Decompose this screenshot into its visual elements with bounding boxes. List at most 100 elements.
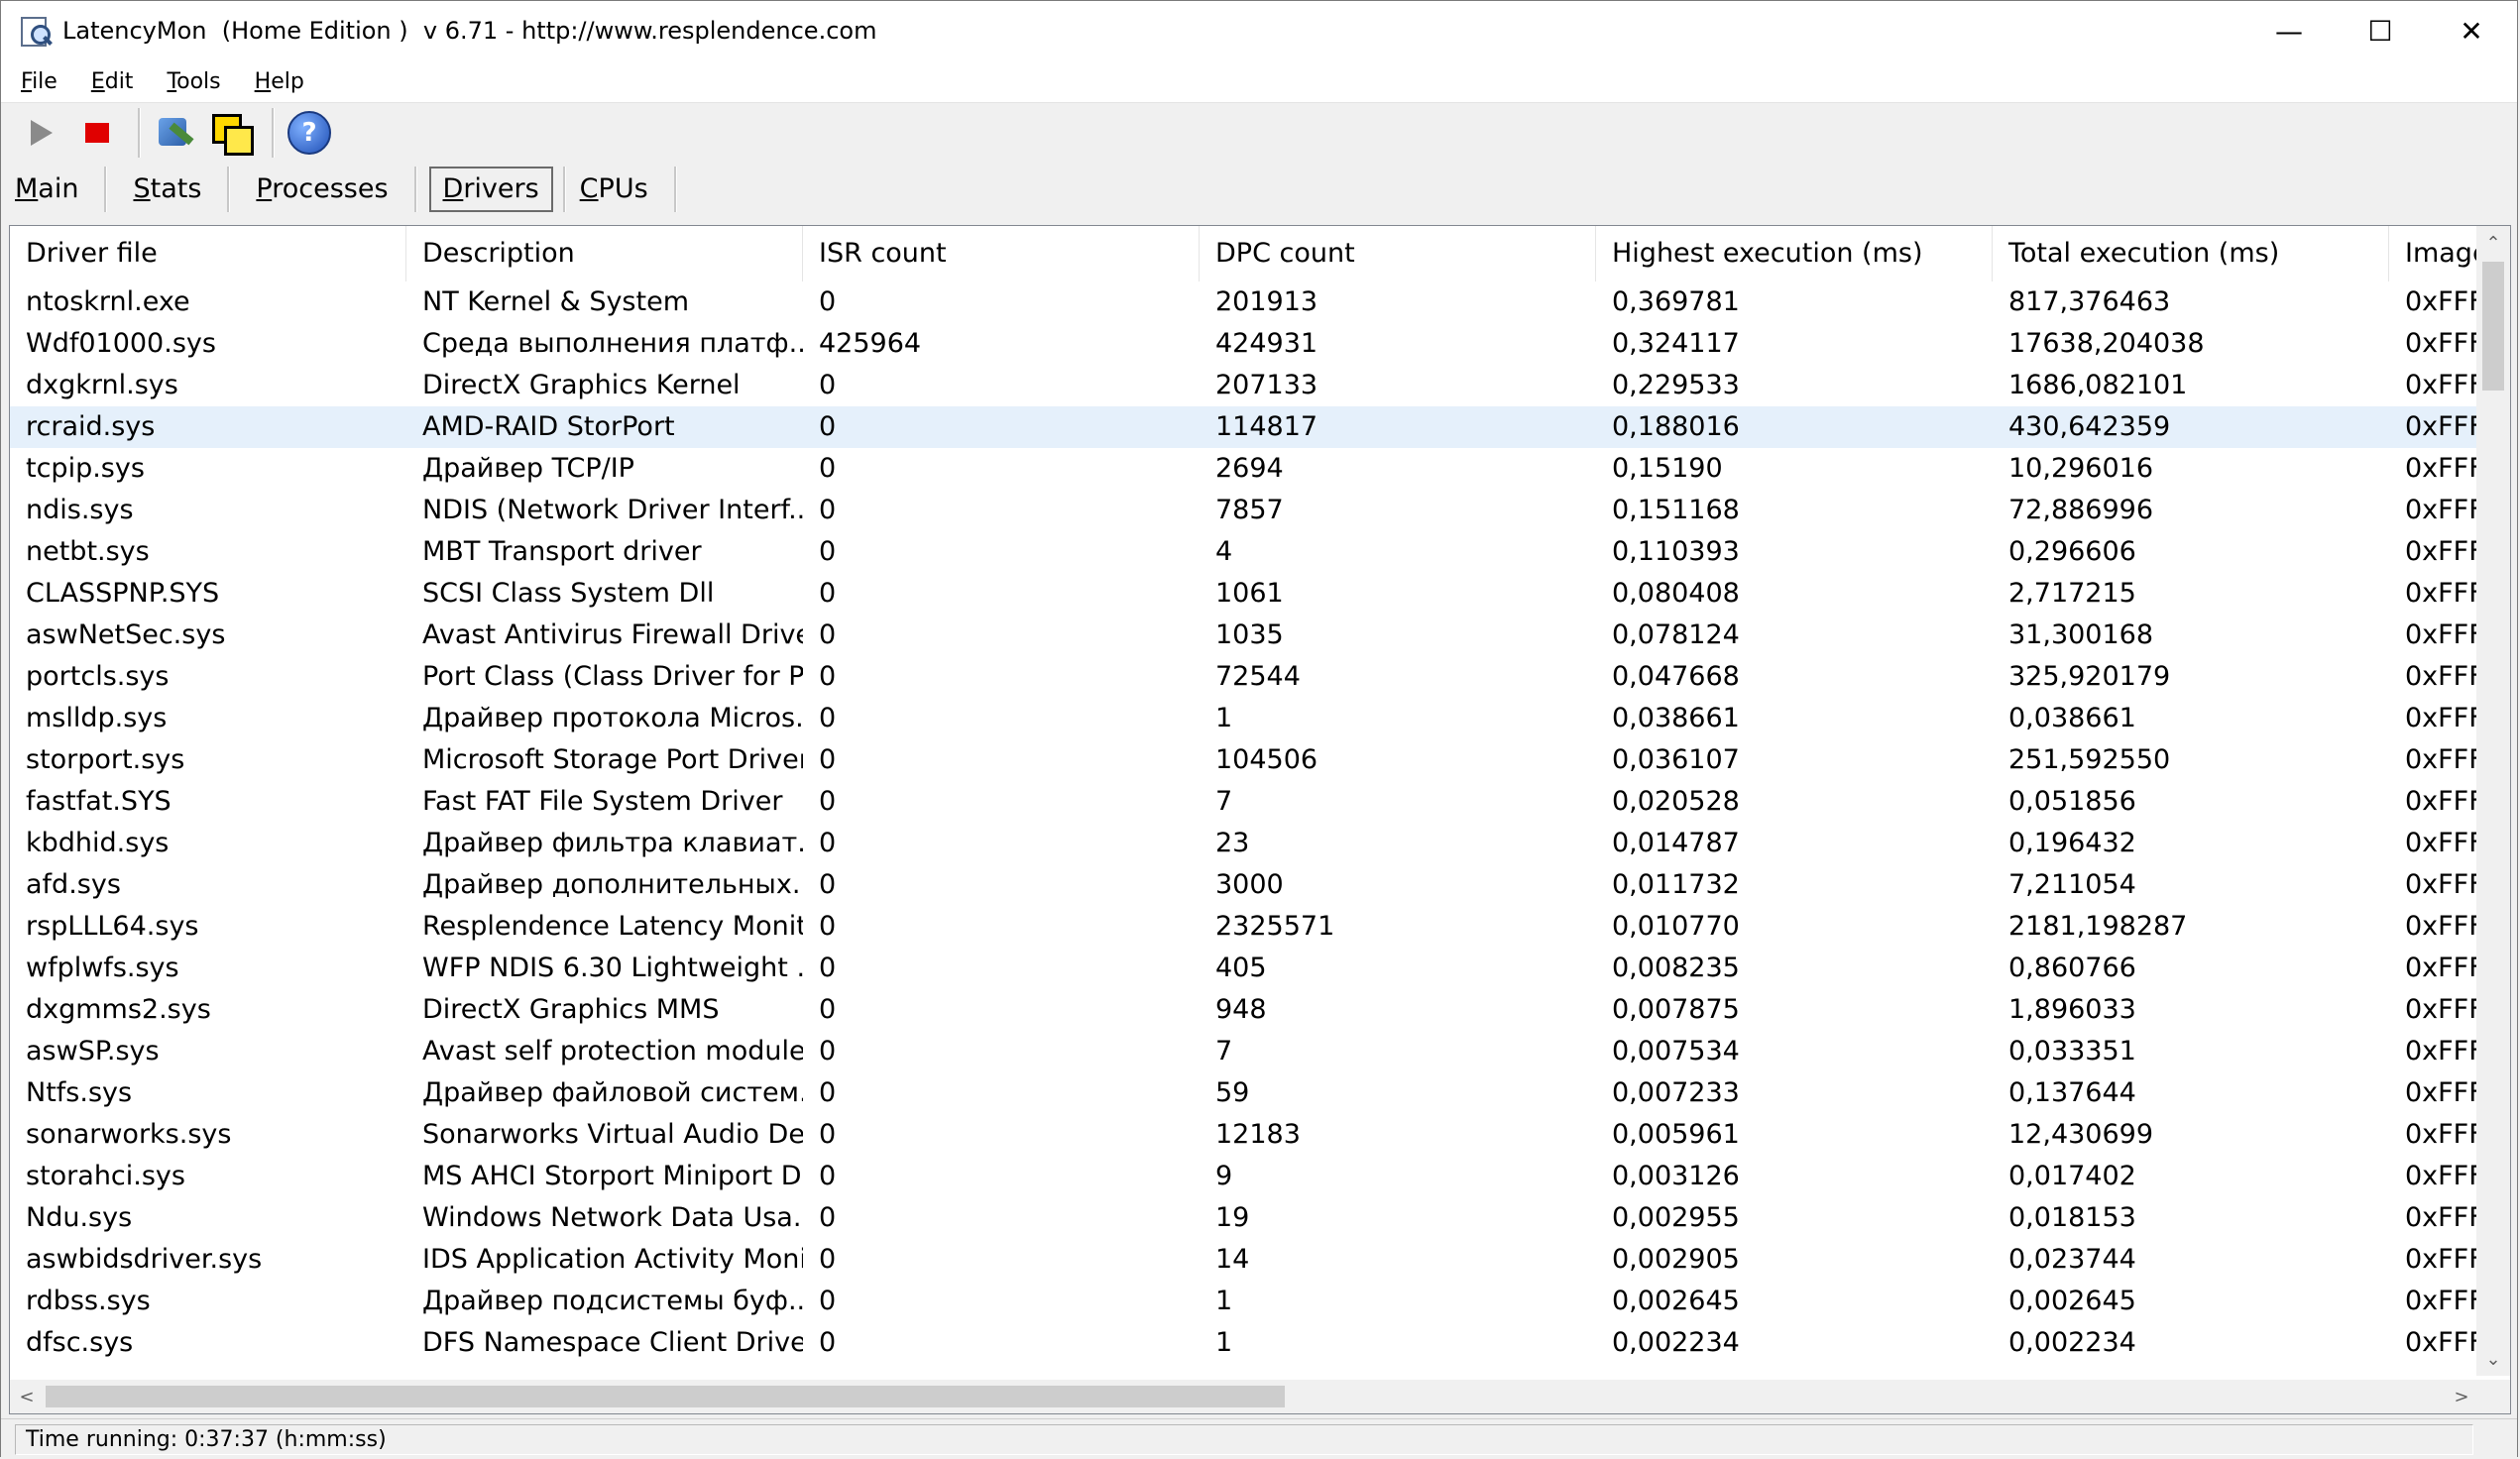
menu-help[interactable]: Help	[249, 65, 310, 98]
dpc-count-cell: 1035	[1215, 619, 1284, 650]
tools-button[interactable]	[151, 108, 200, 158]
image-cell: 0xFFF	[2405, 495, 2478, 525]
vertical-scrollbar[interactable]: ⌃ ⌄	[2476, 226, 2510, 1376]
dpc-count-cell: 7	[1215, 1036, 1233, 1066]
column-driver-file[interactable]: Driver file	[10, 226, 406, 281]
menu-tools[interactable]: Tools	[161, 65, 226, 98]
column-dpc-count[interactable]: DPC count	[1200, 226, 1596, 281]
driver-file-cell: ntoskrnl.exe	[26, 286, 190, 317]
toolbar: ?	[1, 103, 2517, 163]
dpc-count-cell: 104506	[1215, 744, 1318, 775]
driver-file-cell: rdbss.sys	[26, 1286, 151, 1316]
isr-count-cell: 0	[819, 578, 837, 609]
column-total-execution[interactable]: Total execution (ms)	[1993, 226, 2389, 281]
column-description[interactable]: Description	[406, 226, 803, 281]
image-cell: 0xFFF	[2405, 286, 2478, 317]
table-row[interactable]: wfplwfs.sys WFP NDIS 6.30 Lightweight ...…	[10, 948, 2478, 989]
highest-execution-cell: 0,008235	[1612, 953, 1740, 983]
table-row[interactable]: storport.sys Microsoft Storage Port Drive…	[10, 739, 2478, 781]
stop-button[interactable]	[72, 108, 122, 158]
table-row[interactable]: aswNetSec.sys Avast Antivirus Firewall Dr…	[10, 615, 2478, 656]
status-time-running: Time running: 0:37:37 (h:mm:ss)	[15, 1423, 2473, 1455]
description-cell: Resplendence Latency Monit...	[422, 911, 803, 942]
highest-execution-cell: 0,036107	[1612, 744, 1740, 775]
highest-execution-cell: 0,007233	[1612, 1077, 1740, 1108]
horizontal-scroll-thumb[interactable]	[46, 1386, 1285, 1407]
table-row[interactable]: ndis.sys NDIS (Network Driver Interf... 0 7…	[10, 490, 2478, 531]
total-execution-cell: 0,051856	[2008, 786, 2136, 817]
table-row[interactable]: ntoskrnl.exe NT Kernel & System 0 201913 0,3…	[10, 281, 2478, 323]
table-row[interactable]: aswbidsdriver.sys IDS Application Activit…	[10, 1239, 2478, 1281]
vertical-scroll-thumb[interactable]	[2482, 262, 2504, 391]
scroll-right-arrow-icon[interactable]: >	[2445, 1380, 2478, 1413]
description-cell: DFS Namespace Client Driver	[422, 1327, 803, 1358]
menu-edit[interactable]: Edit	[85, 65, 140, 98]
isr-count-cell: 0	[819, 453, 837, 484]
highest-execution-cell: 0,188016	[1612, 411, 1740, 442]
table-row[interactable]: storahci.sys MS AHCI Storport Miniport D.…	[10, 1156, 2478, 1197]
table-row[interactable]: rcraid.sys AMD-RAID StorPort 0 114817 0,1880…	[10, 406, 2478, 448]
table-row[interactable]: tcpip.sys Драйвер TCP/IP 0 2694 0,15190 10,29…	[10, 448, 2478, 490]
driver-file-cell: fastfat.SYS	[26, 786, 172, 817]
isr-count-cell: 0	[819, 411, 837, 442]
table-row[interactable]: rspLLL64.sys Resplendence Latency Monit..…	[10, 906, 2478, 948]
tab-main[interactable]: Main	[1, 167, 92, 212]
table-row[interactable]: dxgmms2.sys DirectX Graphics MMS 0 948 0,007…	[10, 989, 2478, 1031]
image-cell: 0xFFF	[2405, 619, 2478, 650]
dpc-count-cell: 7	[1215, 786, 1233, 817]
horizontal-scrollbar[interactable]: < >	[10, 1380, 2478, 1413]
total-execution-cell: 17638,204038	[2008, 328, 2205, 359]
title-bar[interactable]: LatencyMon (Home Edition ) v 6.71 - http…	[1, 1, 2517, 60]
description-cell: Драйвер фильтра клавиат...	[422, 828, 803, 858]
tab-separator	[413, 167, 417, 212]
help-button[interactable]: ?	[285, 108, 334, 158]
isr-count-cell: 0	[819, 1202, 837, 1233]
tab-separator	[673, 167, 677, 212]
table-row[interactable]: dfsc.sys DFS Namespace Client Driver 0 1 0,0…	[10, 1322, 2478, 1364]
menu-file[interactable]: File	[15, 65, 63, 98]
table-row[interactable]: Ndu.sys Windows Network Data Usa... 0 19 0,0…	[10, 1197, 2478, 1239]
windows-button[interactable]	[206, 108, 256, 158]
table-row[interactable]: sonarworks.sys Sonarworks Virtual Audio D…	[10, 1114, 2478, 1156]
tab-processes[interactable]: Processes	[242, 167, 401, 212]
minimize-button[interactable]: —	[2243, 1, 2335, 60]
start-button[interactable]	[17, 108, 66, 158]
table-row[interactable]: dxgkrnl.sys DirectX Graphics Kernel 0 20713…	[10, 365, 2478, 406]
table-row[interactable]: CLASSPNP.SYS SCSI Class System Dll 0 1061 0,…	[10, 573, 2478, 615]
table-row[interactable]: Wdf01000.sys Среда выполнения платф... 425…	[10, 323, 2478, 365]
table-row[interactable]: afd.sys Драйвер дополнительных... 0 3000 0,0…	[10, 864, 2478, 906]
isr-count-cell: 0	[819, 286, 837, 317]
close-button[interactable]: ✕	[2426, 1, 2517, 60]
driver-file-cell: aswSP.sys	[26, 1036, 160, 1066]
table-row[interactable]: aswSP.sys Avast self protection module 0 7 0…	[10, 1031, 2478, 1072]
table-row[interactable]: kbdhid.sys Драйвер фильтра клавиат... 0 23 0…	[10, 823, 2478, 864]
drivers-list[interactable]: Driver file Description ISR count DPC co…	[9, 225, 2511, 1414]
description-cell: NT Kernel & System	[422, 286, 689, 317]
table-row[interactable]: fastfat.SYS Fast FAT File System Driver 0 7…	[10, 781, 2478, 823]
table-row[interactable]: portcls.sys Port Class (Class Driver for …	[10, 656, 2478, 698]
total-execution-cell: 2,717215	[2008, 578, 2136, 609]
column-highest-execution[interactable]: Highest execution (ms)	[1596, 226, 1993, 281]
table-row[interactable]: Ntfs.sys Драйвер файловой систем... 0 59 0,0…	[10, 1072, 2478, 1114]
total-execution-cell: 31,300168	[2008, 619, 2154, 650]
total-execution-cell: 0,137644	[2008, 1077, 2136, 1108]
table-row[interactable]: mslldp.sys Драйвер протокола Micros... 0 1 0…	[10, 698, 2478, 739]
image-cell: 0xFFF	[2405, 661, 2478, 692]
scroll-left-arrow-icon[interactable]: <	[10, 1380, 44, 1413]
dpc-count-cell: 1	[1215, 1286, 1233, 1316]
maximize-button[interactable]: ☐	[2335, 1, 2426, 60]
total-execution-cell: 0,002234	[2008, 1327, 2136, 1358]
column-image[interactable]: Image	[2389, 226, 2478, 281]
driver-file-cell: ndis.sys	[26, 495, 134, 525]
tab-drivers[interactable]: Drivers	[428, 167, 553, 212]
description-cell: DirectX Graphics Kernel	[422, 370, 741, 400]
table-row[interactable]: netbt.sys MBT Transport driver 0 4 0,110393 0…	[10, 531, 2478, 573]
scroll-up-arrow-icon[interactable]: ⌃	[2476, 226, 2510, 260]
tab-stats[interactable]: Stats	[119, 167, 215, 212]
highest-execution-cell: 0,002905	[1612, 1244, 1740, 1275]
table-row[interactable]: rdbss.sys Драйвер подсистемы буф... 0 1 0,00…	[10, 1281, 2478, 1322]
scroll-down-arrow-icon[interactable]: ⌄	[2476, 1342, 2510, 1376]
column-isr-count[interactable]: ISR count	[803, 226, 1200, 281]
tab-cpus[interactable]: CPUs	[578, 167, 662, 212]
image-cell: 0xFFF	[2405, 1077, 2478, 1108]
